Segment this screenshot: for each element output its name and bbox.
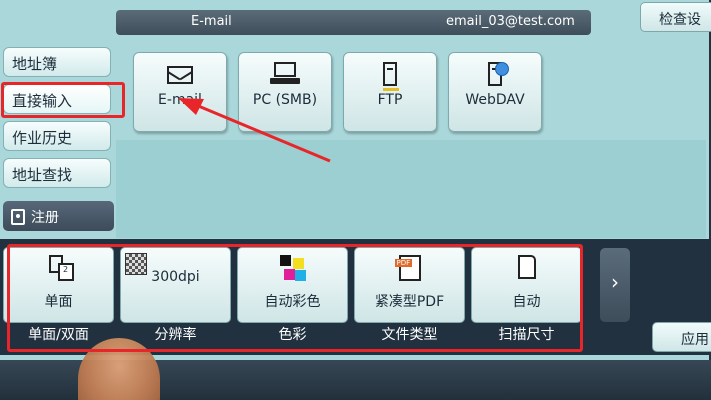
register-icon	[11, 209, 25, 225]
register-label: 注册	[31, 210, 59, 226]
annotation-box-settings	[7, 244, 583, 352]
destination-webdav-button[interactable]: WebDAV	[448, 52, 542, 132]
destination-label: WebDAV	[465, 92, 525, 108]
annotation-box-direct-input	[1, 82, 125, 118]
envelope-icon	[160, 62, 200, 90]
sidebar-item-job-history[interactable]: 作业历史	[3, 121, 111, 151]
destination-address: email_03@test.com	[446, 14, 575, 29]
webdav-server-icon	[475, 62, 515, 90]
destination-header-bar: E-mail email_03@test.com	[116, 10, 591, 35]
apply-button[interactable]: 应用	[652, 322, 711, 352]
server-icon	[370, 62, 410, 91]
sidebar-item-address-book[interactable]: 地址簿	[3, 47, 111, 77]
destination-ftp-button[interactable]: FTP	[343, 52, 437, 132]
annotation-arrow	[178, 98, 331, 163]
register-button[interactable]: 注册	[3, 201, 114, 231]
next-page-button[interactable]: ›	[600, 248, 630, 322]
check-settings-button[interactable]: 检查设	[640, 2, 711, 32]
computer-icon	[265, 62, 305, 90]
sidebar-item-address-search[interactable]: 地址查找	[3, 158, 111, 188]
destination-type-label: E-mail	[191, 14, 232, 29]
destination-label: FTP	[377, 92, 403, 108]
